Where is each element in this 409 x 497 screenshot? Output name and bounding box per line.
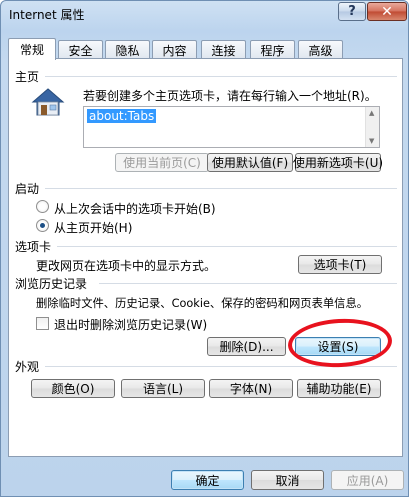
start-homepage-label[interactable]: 从主页开始(H) — [54, 219, 132, 236]
general-tab-panel: 主页 若要创建多个主页选项卡，请在每行输入一个地址(R)。 about:Tabs… — [8, 58, 403, 457]
startup-section-title: 启动 — [15, 182, 40, 196]
delete-history-button[interactable]: 删除(D)... — [207, 337, 286, 356]
tab-privacy-label: 隐私 — [115, 43, 140, 58]
use-current-button[interactable]: 使用当前页(C) — [115, 153, 209, 172]
tab-content[interactable]: 内容 — [152, 40, 197, 59]
tab-programs-label: 程序 — [260, 43, 285, 58]
fonts-button[interactable]: 字体(N) — [209, 379, 293, 398]
tabs-section-description: 更改网页在选项卡中的显示方式。 — [36, 259, 217, 273]
scroll-down-icon[interactable]: ▼ — [369, 137, 374, 145]
tab-strip: 常规 安全 隐私 内容 连接 程序 高级 — [8, 38, 403, 60]
languages-button[interactable]: 语言(L) — [121, 379, 205, 398]
tab-advanced-label: 高级 — [308, 43, 333, 58]
browsing-history-description: 删除临时文件、历史记录、Cookie、保存的密码和网页表单信息。 — [36, 297, 369, 310]
tab-security-label: 安全 — [68, 43, 93, 58]
homepage-address-value[interactable]: about:Tabs — [87, 109, 157, 123]
cancel-button[interactable]: 取消 — [251, 470, 324, 490]
use-default-button[interactable]: 使用默认值(F) — [207, 153, 293, 172]
apply-button[interactable]: 应用(A) — [331, 470, 404, 490]
tab-programs[interactable]: 程序 — [250, 40, 295, 59]
tabs-section-divider — [57, 246, 397, 247]
help-icon: ? — [348, 4, 356, 19]
scroll-up-icon[interactable]: ▲ — [369, 109, 374, 117]
homepage-scrollbar[interactable]: ▲ ▼ — [365, 107, 379, 147]
start-last-session-radio[interactable] — [36, 200, 49, 213]
homepage-divider — [45, 76, 397, 77]
homepage-address-textarea[interactable]: about:Tabs ▲ ▼ — [83, 106, 380, 148]
browsing-history-divider — [99, 283, 397, 284]
ok-button[interactable]: 确定 — [171, 470, 244, 490]
start-homepage-radio[interactable] — [36, 219, 49, 232]
tab-general[interactable]: 常规 — [8, 38, 56, 60]
help-button[interactable]: ? — [338, 2, 366, 21]
homepage-section-title: 主页 — [15, 70, 40, 84]
startup-divider — [45, 188, 397, 189]
internet-properties-dialog: Internet 属性 ? ✕ 常规 安全 隐私 内容 连接 程序 高级 主页 … — [0, 0, 409, 497]
use-new-tab-button[interactable]: 使用新选项卡(U) — [293, 153, 383, 172]
tab-privacy[interactable]: 隐私 — [105, 40, 150, 59]
tab-security[interactable]: 安全 — [58, 40, 103, 59]
homepage-instruction: 若要创建多个主页选项卡，请在每行输入一个地址(R)。 — [83, 89, 377, 103]
tab-connections[interactable]: 连接 — [201, 40, 246, 59]
title-bar[interactable]: Internet 属性 ? ✕ — [1, 1, 408, 27]
window-title: Internet 属性 — [9, 8, 85, 22]
appearance-section-title: 外观 — [15, 360, 40, 374]
colors-button[interactable]: 颜色(O) — [31, 379, 115, 398]
tab-advanced[interactable]: 高级 — [298, 40, 343, 59]
close-button[interactable]: ✕ — [367, 2, 407, 21]
close-icon: ✕ — [381, 3, 393, 20]
tab-general-label: 常规 — [19, 43, 44, 57]
delete-on-exit-checkbox[interactable] — [36, 317, 49, 330]
browsing-history-section-title: 浏览历史记录 — [15, 277, 88, 291]
tab-connections-label: 连接 — [211, 43, 236, 58]
tabs-section-title: 选项卡 — [15, 240, 52, 254]
tab-content-label: 内容 — [162, 43, 187, 58]
start-last-session-label[interactable]: 从上次会话中的选项卡开始(B) — [54, 200, 216, 217]
delete-on-exit-label[interactable]: 退出时删除浏览历史记录(W) — [54, 316, 207, 333]
home-icon — [31, 88, 65, 116]
accessibility-button[interactable]: 辅助功能(E) — [297, 379, 381, 398]
tabs-settings-button[interactable]: 选项卡(T) — [298, 255, 382, 274]
